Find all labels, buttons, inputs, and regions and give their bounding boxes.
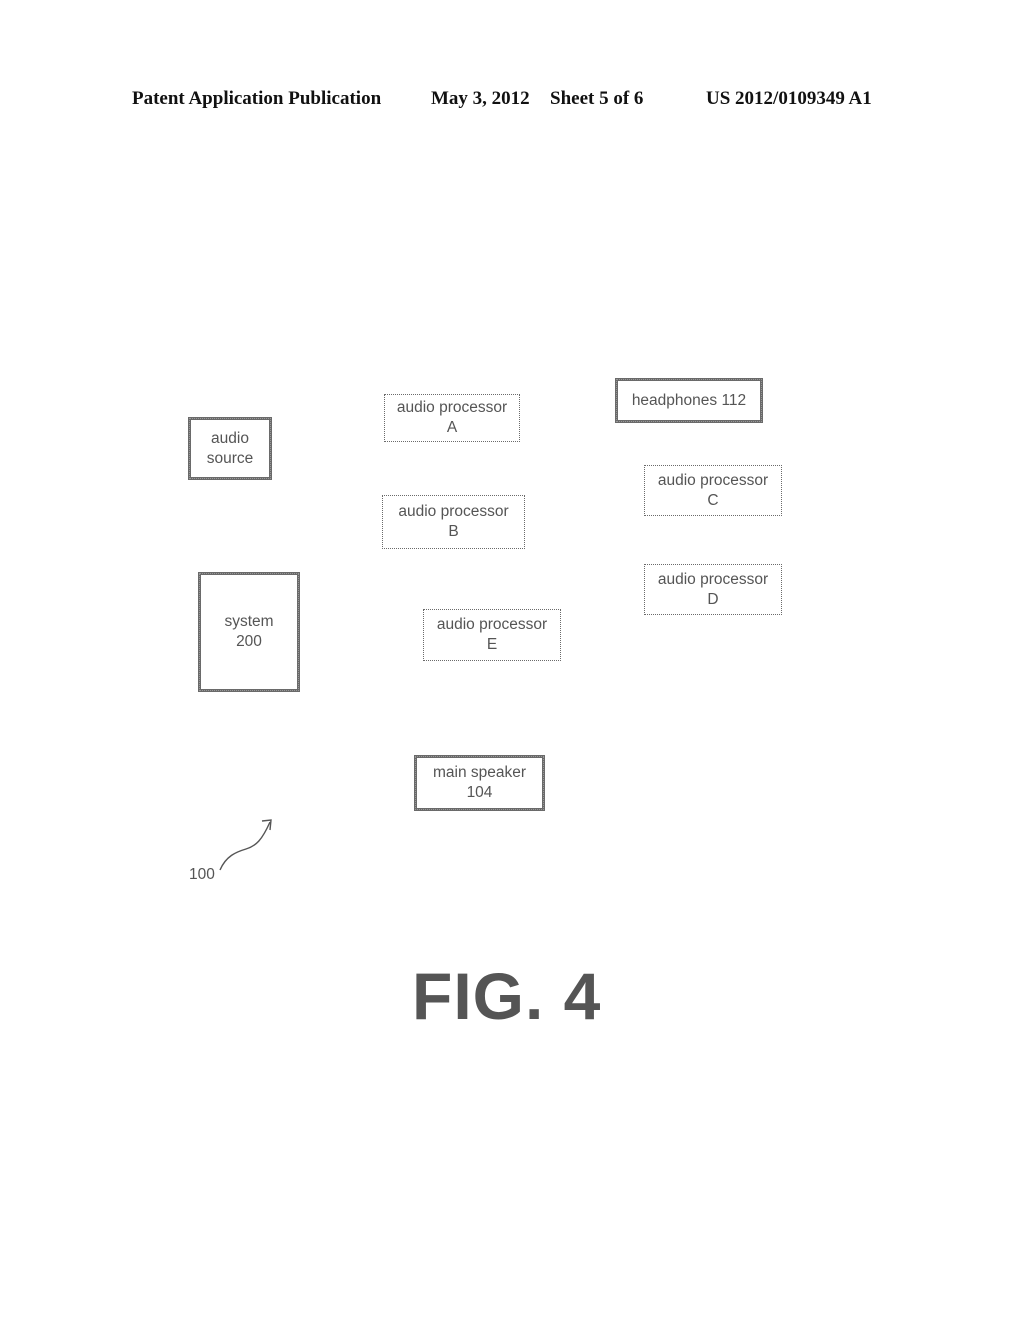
system-block: system 200 bbox=[198, 572, 300, 692]
block-label: audio bbox=[211, 429, 249, 447]
main-speaker-block: main speaker 104 bbox=[414, 755, 545, 811]
block-label: 200 bbox=[236, 633, 262, 650]
audio-processor-d-block: audio processor D bbox=[644, 564, 782, 615]
block-label: headphones 112 bbox=[631, 391, 747, 409]
block-label: system bbox=[224, 613, 274, 630]
audio-processor-b-block: audio processor B bbox=[382, 495, 525, 549]
block-label: audio processor bbox=[657, 570, 769, 588]
patent-number: US 2012/0109349 A1 bbox=[706, 88, 872, 109]
sheet-number: Sheet 5 of 6 bbox=[550, 88, 644, 109]
block-label: audio processor bbox=[657, 471, 769, 489]
audio-processor-c-block: audio processor C bbox=[644, 465, 782, 516]
block-label: E bbox=[486, 636, 498, 653]
block-label: main speaker bbox=[432, 764, 527, 781]
figure-label: FIG. 4 bbox=[412, 959, 602, 1033]
block-label: audio processor bbox=[436, 616, 548, 633]
reference-arrow-icon bbox=[219, 819, 272, 871]
block-label: audio processor bbox=[396, 399, 508, 416]
block-label: A bbox=[446, 419, 458, 436]
block-label: 104 bbox=[466, 784, 493, 801]
reference-label-100: 100 bbox=[189, 866, 215, 883]
block-label: B bbox=[448, 523, 459, 540]
audio-processor-e-block: audio processor E bbox=[423, 609, 561, 661]
audio-processor-a-block: audio processor A bbox=[384, 394, 520, 442]
publication-date: May 3, 2012 bbox=[431, 88, 530, 109]
block-label: D bbox=[707, 590, 719, 608]
block-label: source bbox=[206, 449, 254, 467]
block-label: C bbox=[707, 491, 719, 509]
block-label: audio processor bbox=[398, 503, 509, 520]
audio-source-block: audio source bbox=[188, 417, 272, 480]
publication-title: Patent Application Publication bbox=[132, 88, 382, 109]
headphones-block: headphones 112 bbox=[615, 378, 763, 423]
